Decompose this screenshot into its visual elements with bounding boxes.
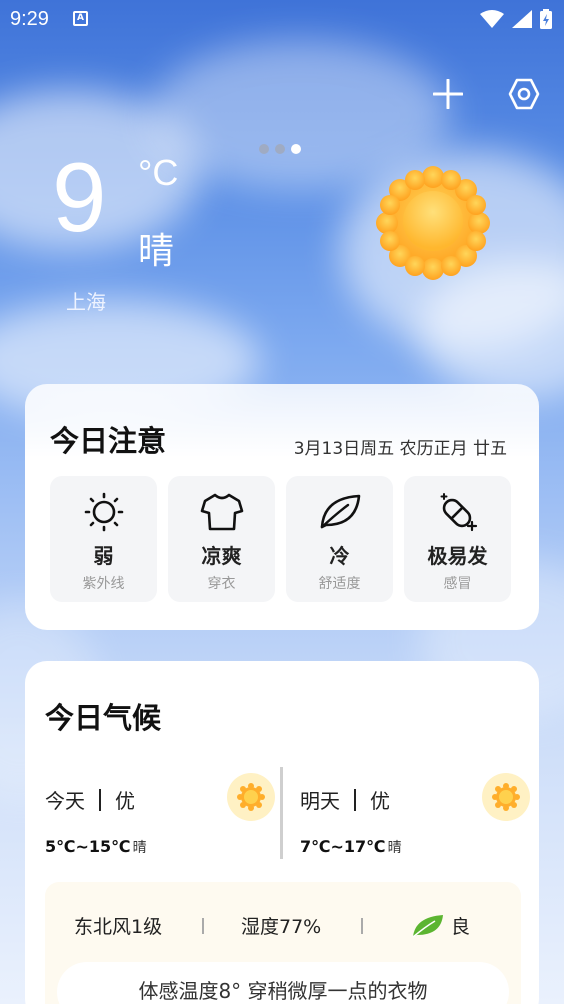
status-bar: 9:29 A [0,0,564,38]
notification-icon: A [73,11,88,26]
tile-label: 紫外线 [82,576,125,592]
forecast-today[interactable]: 今天 优 5℃~15℃ 晴 [45,769,275,869]
day-condition: 晴 [387,840,402,856]
tile-value: 凉爽 [201,544,242,568]
tile-clothing[interactable]: 凉爽 穿衣 [168,476,275,602]
current-temperature: 9 [52,142,107,252]
temperature-range: 5℃~15℃ [45,837,131,856]
leaf-green-icon [412,914,443,938]
tile-comfort[interactable]: 冷 舒适度 [286,476,393,602]
today-notice-card: 今日注意 3月13日周五 农历正月 廿五 弱 紫外线 凉爽 穿衣 冷 舒适度 极… [25,384,539,630]
page-dot[interactable] [275,144,285,154]
air-quality-info: 良 [411,912,470,939]
signal-icon [512,10,532,28]
city-name: 上海 [66,290,106,314]
battery-icon [540,9,552,29]
sun-icon [376,166,490,280]
page-dot-active[interactable] [291,144,301,154]
status-icons [480,9,552,29]
tile-label: 舒适度 [318,576,361,592]
notice-tiles: 弱 紫外线 凉爽 穿衣 冷 舒适度 极易发 感冒 [50,476,511,602]
sun-small-icon [227,773,275,821]
divider [280,767,283,859]
day-label: 明天 [300,789,340,813]
top-actions [430,76,542,112]
temperature-unit: °C [138,152,179,193]
tile-value: 极易发 [427,544,488,568]
tile-value: 冷 [329,544,350,568]
forecast-tomorrow[interactable]: 明天 优 7℃~17℃ 晴 [300,769,530,869]
pill-icon [440,493,477,532]
tile-value: 弱 [93,544,114,568]
leaf-icon [320,494,360,529]
sun-small-icon [482,773,530,821]
weather-condition: 晴 [138,231,175,272]
temperature-range: 7℃~17℃ [300,837,386,856]
day-label: 今天 [45,789,85,813]
page-dot[interactable] [259,144,269,154]
wind-info: 东北风1级 [74,916,163,938]
tile-cold[interactable]: 极易发 感冒 [404,476,511,602]
separator [354,788,356,811]
separator [99,788,101,811]
page-indicator [259,144,301,154]
day-condition: 晴 [132,840,147,856]
status-time: 9:29 [10,8,49,30]
settings-button[interactable] [506,76,542,112]
air-quality: 优 [115,789,135,813]
plus-icon [433,79,463,109]
tile-label: 感冒 [443,576,472,592]
notice-title: 今日注意 [50,424,167,458]
tile-uv[interactable]: 弱 紫外线 [50,476,157,602]
humidity-info: 湿度77% [241,916,322,938]
today-climate-card: 今日气候 今天 优 5℃~15℃ 晴 明天 优 7℃~17℃ 晴 东北风1级 湿… [25,661,539,1004]
separator [361,918,363,934]
tile-label: 穿衣 [207,576,236,592]
climate-title: 今日气候 [45,701,162,735]
separator [202,918,204,934]
tshirt-icon [200,493,243,531]
air-quality: 优 [370,789,390,813]
air-quality-value: 良 [451,916,471,938]
add-city-button[interactable] [430,76,466,112]
climate-details: 东北风1级 湿度77% 良 体感温度8° 穿稍微厚一点的衣物 [45,882,521,1004]
notice-date: 3月13日周五 农历正月 廿五 [293,439,507,459]
uv-sun-icon [84,492,123,532]
settings-icon [508,78,540,110]
wifi-icon [480,10,504,28]
feels-like-advice: 体感温度8° 穿稍微厚一点的衣物 [57,962,509,1004]
